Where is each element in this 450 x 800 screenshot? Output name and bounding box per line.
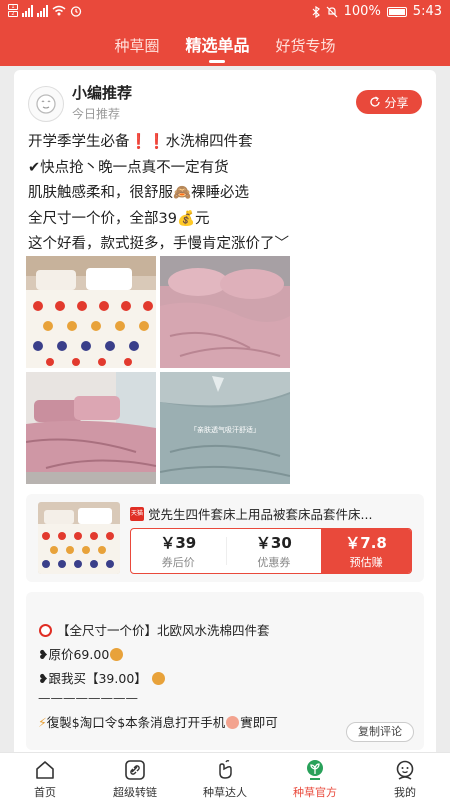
post-image-4[interactable]: 「亲肤透气吸汗舒适」 — [160, 372, 290, 484]
post-description: 开学季学生必备❗❗水洗棉四件套 ✔快点抢丶晚一点真不一定有货 肌肤触感柔和，很舒… — [28, 130, 428, 258]
desc-line-1: 开学季学生必备❗❗水洗棉四件套 — [28, 134, 253, 150]
desc-line-5: 这个好看，款式挺多，手慢肯定涨价了﹀ — [28, 236, 289, 252]
share-icon — [370, 96, 381, 107]
avatar-icon — [36, 94, 56, 114]
status-left: 12 — [8, 4, 82, 17]
earn-value: ￥7.8 — [345, 534, 387, 552]
share-button[interactable]: 分享 — [356, 90, 422, 114]
coupon-price-label: 券后价 — [161, 556, 195, 569]
earn-cell[interactable]: ￥7.8 预估赚 — [321, 529, 411, 573]
desc-line-2: ✔快点抢丶晚一点真不一定有货 — [28, 159, 229, 176]
product-card[interactable]: 天猫 觉先生四件套床上用品被套床品套件床... ￥39 券后价 ￥30 优惠券 … — [26, 494, 424, 582]
money-bag-icon — [110, 648, 124, 661]
tmall-badge: 天猫 — [130, 506, 144, 521]
nav-influencer-label: 种草达人 — [203, 786, 247, 799]
coupon-value: ￥30 — [255, 534, 292, 552]
post-image-3[interactable] — [26, 372, 156, 484]
coupon-price-cell: ￥39 券后价 — [131, 529, 226, 573]
nav-mine-label: 我的 — [394, 786, 416, 799]
bluetooth-icon — [312, 5, 320, 18]
bottom-nav: 首页 超级转链 种草达人 种草官方 我的 — [0, 752, 450, 800]
red-circle-icon — [39, 624, 52, 637]
comment-line-2: ❥原价69.00 — [38, 644, 124, 663]
link-icon — [125, 760, 145, 780]
comment-line-3: ❥跟我买【39.00】 — [38, 668, 166, 687]
peach-icon — [226, 716, 240, 729]
image-grid: 「亲肤透气吸汗舒适」 — [26, 256, 292, 486]
comment-line-1: 【全尺寸一个价】北欧风水洗棉四件套 — [38, 620, 270, 639]
battery-icon — [386, 6, 407, 17]
home-icon — [36, 761, 54, 779]
nav-super-link[interactable]: 超级转链 — [90, 753, 180, 800]
wifi-icon — [52, 5, 66, 16]
clock: 5:43 — [412, 4, 442, 19]
desc-line-3: 肌肤触感柔和，很舒服🙈裸睡必选 — [28, 185, 250, 201]
heart-icon: ❥ — [38, 647, 49, 662]
product-title[interactable]: 天猫 觉先生四件套床上用品被套床品套件床... — [130, 504, 412, 523]
hand-icon — [219, 760, 232, 779]
nav-official[interactable]: 种草官方 — [270, 753, 360, 800]
product-title-text: 觉先生四件套床上用品被套床品套件床... — [148, 507, 373, 522]
signal-icon — [22, 4, 33, 17]
nav-influencer[interactable]: 种草达人 — [180, 753, 270, 800]
price-box: ￥39 券后价 ￥30 优惠券 ￥7.8 预估赚 — [130, 528, 412, 574]
comment-line-2-text: 原价69.00 — [48, 647, 110, 662]
nav-official-label: 种草官方 — [293, 786, 337, 799]
copy-comment-button[interactable]: 复制评论 — [346, 722, 414, 742]
comment-line-5: ⚡復製$淘口令$本条消息打开手机 實即可 — [38, 712, 278, 731]
battery-percent: 100% — [343, 4, 381, 19]
comment-line-5-text: 復製$淘口令$本条消息打开手机 — [46, 715, 226, 730]
nav-mine[interactable]: 我的 — [360, 753, 450, 800]
profile-icon — [396, 760, 414, 780]
header: 12 100% 5:43 种草圈 精选单品 好货专场 — [0, 0, 450, 66]
comment-line-4: ———————— — [38, 690, 138, 705]
product-thumbnail[interactable] — [38, 502, 120, 574]
coupon-label: 优惠券 — [257, 556, 291, 569]
alarm-icon — [70, 5, 82, 17]
post-image-1[interactable] — [26, 256, 156, 368]
comment-line-5-tail: 實即可 — [240, 715, 278, 730]
tab-good-deals[interactable]: 好货专场 — [276, 30, 336, 62]
heart-icon-2: ❥ — [38, 671, 49, 686]
sprout-icon — [307, 760, 323, 780]
nav-home[interactable]: 首页 — [0, 753, 90, 800]
top-tabs: 种草圈 精选单品 好货专场 — [0, 30, 450, 63]
mute-icon — [326, 6, 338, 17]
nav-home-label: 首页 — [34, 786, 56, 799]
avatar[interactable] — [28, 86, 64, 122]
comment-block: 【全尺寸一个价】北欧风水洗棉四件套 ❥原价69.00 ❥跟我买【39.00】 —… — [26, 592, 424, 750]
signal-icon-2 — [37, 4, 48, 17]
coupon-cell: ￥30 优惠券 — [227, 529, 322, 573]
tab-zhongcao[interactable]: 种草圈 — [114, 30, 159, 62]
image-overlay-text: 「亲肤透气吸汗舒适」 — [190, 425, 260, 434]
post-image-2[interactable] — [160, 256, 290, 368]
lightning-icon: ⚡ — [38, 715, 47, 730]
author-name: 小编推荐 — [72, 84, 133, 102]
desc-line-4: 全尺寸一个价，全部39💰元 — [28, 210, 210, 227]
status-right: 100% 5:43 — [312, 4, 442, 19]
comment-line-1-text: 【全尺寸一个价】北欧风水洗棉四件套 — [56, 623, 270, 638]
comment-line-3-text: 跟我买【39.00】 — [48, 671, 147, 686]
money-bag-icon-2 — [151, 672, 165, 685]
nav-super-link-label: 超级转链 — [113, 786, 157, 799]
share-label: 分享 — [384, 95, 409, 110]
coupon-price-value: ￥39 — [160, 534, 197, 552]
tab-selected-items[interactable]: 精选单品 — [185, 30, 250, 63]
earn-label: 预估赚 — [349, 556, 383, 569]
status-bar: 12 100% 5:43 — [0, 0, 450, 24]
sim-icon: 12 — [8, 4, 18, 17]
post-subtitle: 今日推荐 — [72, 107, 121, 121]
post-card: 小编推荐 今日推荐 分享 开学季学生必备❗❗水洗棉四件套 ✔快点抢丶晚一点真不一… — [14, 70, 436, 760]
